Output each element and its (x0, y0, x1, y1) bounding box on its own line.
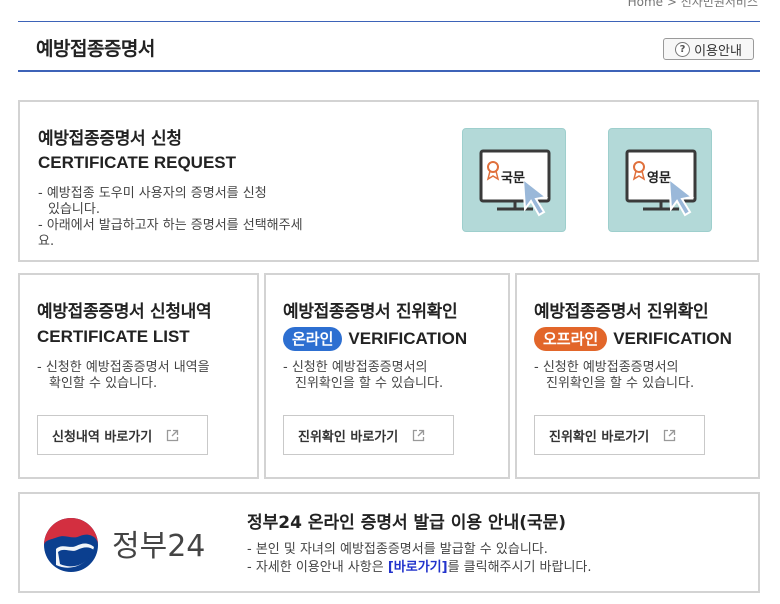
request-desc-line2: - 아래에서 발급하고자 하는 증명서를 선택해주세 (38, 218, 303, 233)
online-desc-line1: - 신청한 예방접종증명서의 (283, 360, 428, 375)
request-description: - 예방접종 도우미 사용자의 증명서를 신청 있습니다. - 아래에서 발급하… (38, 186, 358, 250)
help-icon: ? (675, 41, 691, 57)
external-link-icon (664, 429, 676, 441)
request-desc-line2b: 요. (38, 234, 55, 249)
korean-tile-label: 국문 (501, 171, 525, 186)
online-description: - 신청한 예방접종증명서의 진위확인을 할 수 있습니다. (283, 360, 498, 392)
online-title-row: 온라인 VERIFICATION (283, 327, 467, 351)
certificate-request-panel: 예방접종증명서 신청 CERTIFICATE REQUEST - 예방접종 도우… (18, 100, 759, 262)
offline-description: - 신청한 예방접종증명서의 진위확인을 할 수 있습니다. (534, 360, 749, 392)
application-history-button-label: 신청내역 바로가기 (52, 429, 153, 445)
top-divider (18, 21, 760, 22)
list-title: 예방접종증명서 신청내역 (37, 302, 212, 322)
offline-desc-line1: - 신청한 예방접종증명서의 (534, 360, 679, 375)
gov24-desc-line2-pre: - 자세한 이용안내 사항은 (247, 560, 388, 575)
external-link-icon (167, 429, 179, 441)
external-link-icon (413, 429, 425, 441)
gov24-desc-line1: - 본인 및 자녀의 예방접종증명서를 발급할 수 있습니다. (247, 542, 548, 557)
request-title: 예방접종증명서 신청 (38, 129, 182, 149)
offline-badge: 오프라인 (534, 327, 608, 351)
page-title: 예방접종증명서 (36, 38, 155, 60)
list-desc-line2: 확인할 수 있습니다. (49, 376, 158, 391)
request-desc-line1b: 있습니다. (48, 202, 100, 217)
korean-certificate-tile[interactable]: 국문 (462, 128, 566, 232)
list-description: - 신청한 예방접종증명서 내역을 확인할 수 있습니다. (37, 360, 252, 392)
list-title-en: CERTIFICATE LIST (37, 327, 190, 346)
online-verification-button[interactable]: 진위확인 바로가기 (283, 415, 454, 455)
offline-title-en: VERIFICATION (613, 329, 732, 348)
offline-title: 예방접종증명서 진위확인 (534, 302, 709, 322)
gov24-desc-line2-post: 를 클릭해주시기 바랍니다. (447, 560, 592, 575)
list-desc-line1: - 신청한 예방접종증명서 내역을 (37, 360, 210, 375)
english-certificate-tile[interactable]: 영문 (608, 128, 712, 232)
online-badge: 온라인 (283, 327, 343, 351)
gov24-shortcut-link[interactable]: [바로가기] (388, 560, 448, 575)
online-verification-button-label: 진위확인 바로가기 (298, 429, 399, 445)
gov24-description: - 본인 및 자녀의 예방접종증명서를 발급할 수 있습니다. - 자세한 이용… (247, 541, 592, 577)
certificate-list-panel: 예방접종증명서 신청내역 CERTIFICATE LIST - 신청한 예방접종… (18, 273, 259, 479)
gov24-logo: 정부24 (44, 518, 205, 572)
application-history-button[interactable]: 신청내역 바로가기 (37, 415, 208, 455)
english-tile-label: 영문 (647, 171, 671, 186)
gov24-logo-text: 정부24 (112, 529, 205, 564)
breadcrumb: Home > 전자민원서비스 (627, 0, 758, 9)
title-divider (18, 70, 760, 72)
gov24-panel: 정부24 정부24 온라인 증명서 발급 이용 안내(국문) - 본인 및 자녀… (18, 492, 760, 593)
guide-button-label: 이용안내 (694, 43, 742, 59)
online-verification-panel: 예방접종증명서 진위확인 온라인 VERIFICATION - 신청한 예방접종증… (264, 273, 510, 479)
request-desc-line1: - 예방접종 도우미 사용자의 증명서를 신청 (38, 186, 267, 201)
online-title-en: VERIFICATION (348, 329, 468, 348)
gov24-desc-line2: - 자세한 이용안내 사항은 [바로가기]를 클릭해주시기 바랍니다. (247, 559, 592, 577)
gov24-title: 정부24 온라인 증명서 발급 이용 안내(국문) (247, 513, 567, 533)
guide-button[interactable]: ? 이용안내 (663, 38, 754, 60)
offline-verification-button-label: 진위확인 바로가기 (549, 429, 650, 445)
offline-title-row: 오프라인 VERIFICATION (534, 327, 732, 351)
offline-verification-panel: 예방접종증명서 진위확인 오프라인 VERIFICATION - 신청한 예방접종… (515, 273, 760, 479)
offline-desc-line2: 진위확인을 할 수 있습니다. (546, 376, 695, 391)
request-title-en: CERTIFICATE REQUEST (38, 153, 237, 172)
offline-verification-button[interactable]: 진위확인 바로가기 (534, 415, 705, 455)
online-desc-line2: 진위확인을 할 수 있습니다. (295, 376, 444, 391)
online-title: 예방접종증명서 진위확인 (283, 302, 458, 322)
